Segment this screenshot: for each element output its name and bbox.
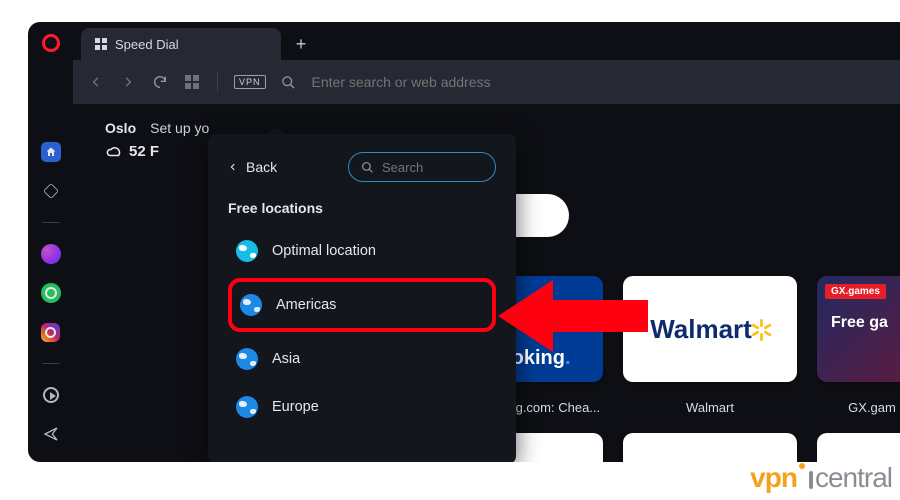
vpn-location-label: Europe <box>272 399 319 415</box>
messenger-icon[interactable] <box>41 244 61 264</box>
toolbar-separator <box>217 72 218 92</box>
weather-city: Oslo <box>105 120 136 136</box>
tile-generic-1[interactable] <box>623 433 797 462</box>
globe-icon <box>236 240 258 262</box>
nav-forward-button[interactable] <box>119 73 137 91</box>
gx-tag: GX.games <box>825 284 886 299</box>
tile-gx-games[interactable]: GX.games Free ga <box>817 276 900 382</box>
vpn-badge[interactable]: VPN <box>234 75 266 89</box>
weather-setup-link[interactable]: Set up yo <box>150 120 209 136</box>
reload-button[interactable] <box>151 73 169 91</box>
new-tab-button[interactable]: + <box>285 28 317 60</box>
address-bar[interactable] <box>312 74 886 90</box>
tile-generic-2[interactable]: GROU <box>817 433 900 462</box>
watermark-left: vpn <box>750 462 797 493</box>
watermark: vpn central <box>750 462 892 494</box>
vpn-location-list: Optimal location Americas Asia Europe <box>228 230 496 428</box>
vpn-back-label: Back <box>246 159 277 175</box>
rail-separator <box>42 222 60 223</box>
tile-caption-gx: GX.gam <box>817 400 900 415</box>
walmart-spark-icon <box>752 320 770 338</box>
tile-walmart[interactable]: Walmart <box>623 276 797 382</box>
home-icon[interactable] <box>41 142 61 162</box>
watermark-dot-icon <box>799 463 805 469</box>
tab-title: Speed Dial <box>115 37 179 52</box>
whatsapp-icon[interactable] <box>41 283 61 303</box>
opera-logo-icon[interactable] <box>42 34 60 52</box>
vpn-panel-caret <box>268 126 284 134</box>
toolbar: VPN <box>73 60 900 104</box>
instagram-icon[interactable] <box>41 322 61 342</box>
gx-label: Free ga <box>831 314 888 332</box>
vpn-location-panel: Back Free locations Optimal location Ame… <box>208 134 516 462</box>
caption-row: Booking.com: Chea... Walmart GX.gam <box>473 396 900 415</box>
vpn-location-asia[interactable]: Asia <box>228 338 496 380</box>
vpn-location-label: Americas <box>276 297 336 313</box>
tile-caption-walmart: Walmart <box>623 400 797 415</box>
left-rail <box>28 22 73 462</box>
globe-icon <box>240 294 262 316</box>
player-icon[interactable] <box>41 385 61 405</box>
vpn-search-input[interactable] <box>382 160 482 175</box>
tab-speed-dial[interactable]: Speed Dial <box>81 28 281 60</box>
weather-widget[interactable]: Oslo Set up yo 52 F <box>105 120 209 160</box>
weather-temp: 52 F <box>129 143 159 160</box>
vpn-location-americas[interactable]: Americas <box>228 278 496 332</box>
search-icon[interactable] <box>280 73 298 91</box>
vpn-location-europe[interactable]: Europe <box>228 386 496 428</box>
vpn-location-label: Asia <box>272 351 300 367</box>
search-icon <box>361 161 374 174</box>
cloud-icon <box>105 142 123 160</box>
tile-row-2: compare GROU <box>473 433 900 462</box>
nav-back-button[interactable] <box>87 73 105 91</box>
walmart-logo-text: Walmart <box>650 314 752 345</box>
watermark-pin-icon <box>809 471 813 489</box>
watermark-right: central <box>815 462 892 493</box>
speed-dial-search[interactable] <box>513 194 569 237</box>
vpn-back-button[interactable]: Back <box>228 159 277 175</box>
apps-icon[interactable] <box>183 73 201 91</box>
annotation-arrow-icon <box>498 272 648 360</box>
globe-icon <box>236 348 258 370</box>
browser-window: Speed Dial + VPN Oslo Set up yo <box>28 22 900 462</box>
globe-icon <box>236 396 258 418</box>
vpn-location-label: Optimal location <box>272 243 376 259</box>
bookmark-star-icon[interactable] <box>41 181 61 201</box>
vpn-location-optimal[interactable]: Optimal location <box>228 230 496 272</box>
speed-dial-icon <box>95 38 107 50</box>
rail-separator <box>42 363 60 364</box>
tab-bar: Speed Dial + <box>73 22 900 60</box>
vpn-search[interactable] <box>348 152 496 182</box>
vpn-section-label: Free locations <box>228 200 496 216</box>
send-icon[interactable] <box>41 424 61 444</box>
chevron-left-icon <box>228 160 238 174</box>
